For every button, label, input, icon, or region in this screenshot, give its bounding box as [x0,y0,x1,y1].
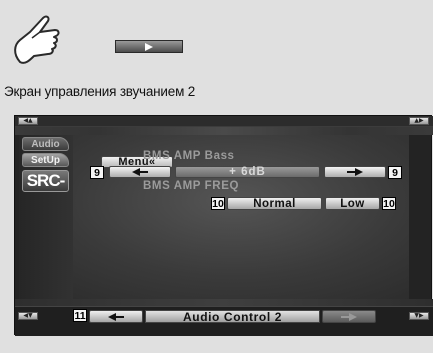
section-heading: Экран управления звучанием 2 [4,84,196,99]
track-prev-icon[interactable]: ▼▶ [409,312,429,320]
callout-badge: 11 [73,309,87,322]
play-arrow-icon [115,40,183,53]
src-button[interactable]: SRC- [22,170,69,192]
callout-badge: 9 [388,166,402,179]
freq-low-button[interactable]: Low [325,197,380,210]
tap-finger-icon [14,15,60,64]
callout-badge: 10 [382,197,396,210]
volume-up-icon[interactable]: ◀▲ [18,117,38,125]
arrow-left-icon [108,312,124,321]
arrow-left-icon [132,168,148,176]
page-prev-button[interactable] [89,310,143,323]
top-strip [15,127,433,135]
callout-badge: 10 [211,197,225,210]
audio-control-screen: ◀▲ ▲▶ Audio SetUp SRC- Menu« BMS AMP Bas… [14,115,433,336]
callout-badge: 9 [90,166,104,179]
audio-tab[interactable]: Audio [22,137,69,151]
volume-down-icon[interactable]: ◀▼ [18,312,38,320]
track-next-icon[interactable]: ▲▶ [409,117,429,125]
arrow-right-icon [341,312,357,321]
arrow-right-icon [347,168,363,176]
setup-tab[interactable]: SetUp [22,153,69,167]
bass-down-button[interactable] [109,166,171,178]
bass-value: + 6dB [175,166,320,178]
freq-label: BMS AMP FREQ [143,180,240,192]
bass-up-button[interactable] [324,166,386,178]
freq-normal-button[interactable]: Normal [227,197,322,210]
bass-label: BMS AMP Bass [143,150,235,162]
page-title: Audio Control 2 [145,310,320,324]
top-bar [15,116,433,127]
page-next-button[interactable] [322,310,376,323]
bottom-strip [15,299,433,306]
